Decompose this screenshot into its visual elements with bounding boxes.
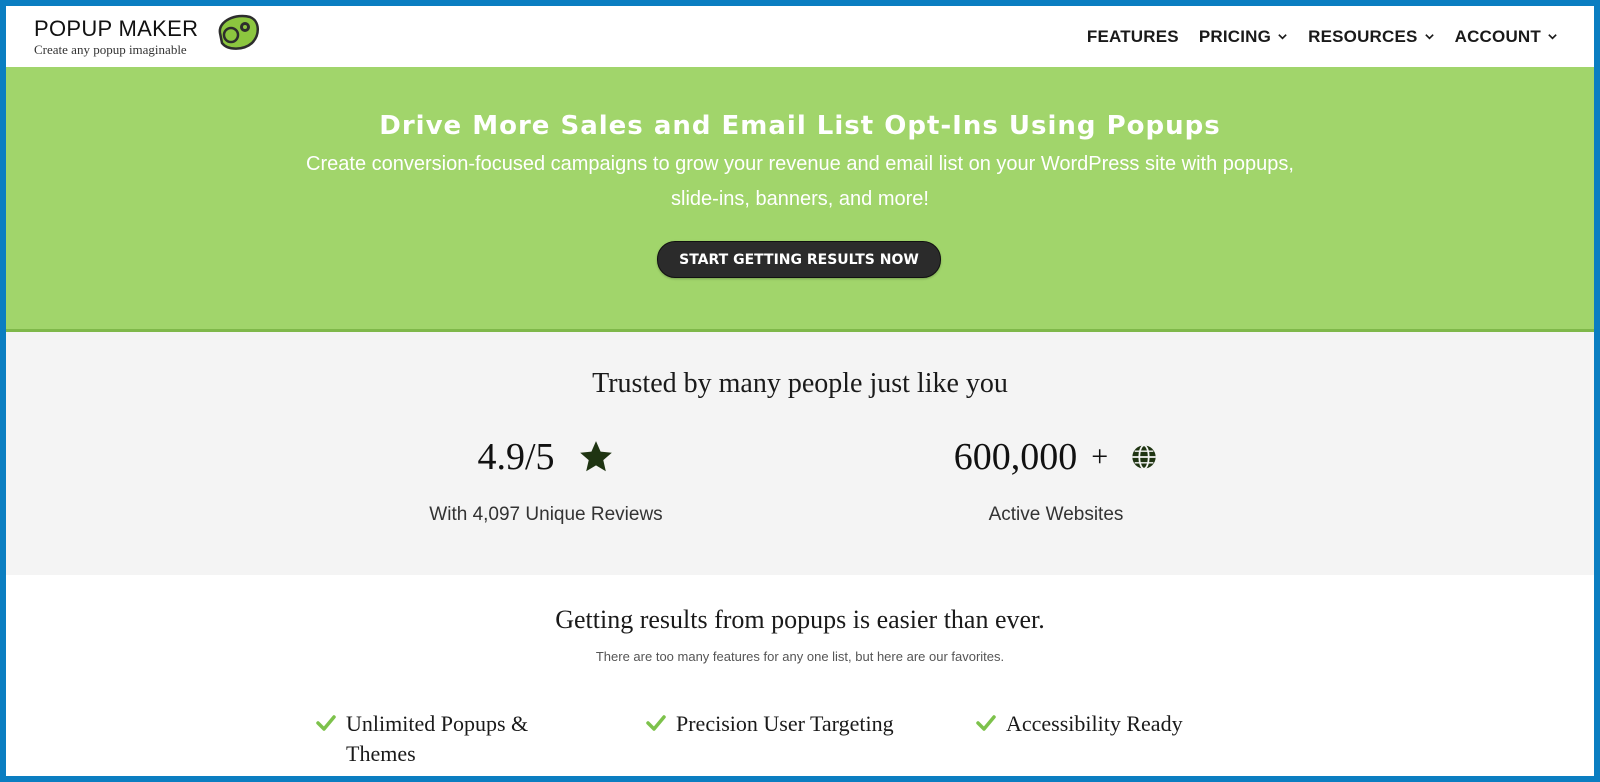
chevron-down-icon (1548, 34, 1557, 40)
popup-maker-logo-icon (218, 14, 259, 50)
check-icon (976, 715, 996, 731)
trust-section: Trusted by many people just like you 4.9… (6, 332, 1594, 575)
site-header: POPUP MAKER Create any popup imaginable … (6, 6, 1594, 67)
feature-item: Unlimited Popups & Themes (316, 709, 646, 769)
feature-label: Accessibility Ready (1006, 711, 1183, 736)
feature-label: Unlimited Popups & Themes (346, 711, 529, 766)
websites-label: Active Websites (988, 504, 1124, 525)
browser-frame: POPUP MAKER Create any popup imaginable … (0, 0, 1600, 782)
trust-title: Trusted by many people just like you (592, 368, 1008, 399)
feature-label: Precision User Targeting (676, 711, 894, 736)
nav-pricing-label: PRICING (1198, 26, 1272, 46)
nav-resources[interactable]: RESOURCES (1308, 27, 1435, 47)
features-title: Getting results from popups is easier th… (555, 605, 1045, 634)
main-nav: FEATURES PRICING RESOURCES ACCOUNT (1087, 6, 1558, 67)
active-websites-stat: 600,000 + Active Websites (876, 432, 1236, 532)
logo-tagline: Create any popup imaginable (34, 42, 187, 57)
nav-pricing[interactable]: PRICING (1199, 27, 1288, 47)
features-subtitle: There are too many features for any one … (595, 649, 1005, 664)
websites-value: 600,000 (953, 436, 1078, 478)
hero-section: Drive More Sales and Email List Opt-Ins … (6, 67, 1594, 332)
globe-icon (1132, 444, 1156, 470)
features-section: Getting results from popups is easier th… (6, 575, 1594, 776)
rating-value: 4.9/5 (477, 436, 555, 478)
nav-account-label: ACCOUNT (1454, 26, 1541, 46)
websites-plus: + (1091, 440, 1109, 473)
nav-features-label: FEATURES (1086, 26, 1179, 46)
start-getting-results-button[interactable]: START GETTING RESULTS NOW (657, 241, 941, 278)
nav-resources-label: RESOURCES (1308, 26, 1418, 46)
chevron-down-icon (1424, 34, 1434, 40)
rating-stat: 4.9/5 With 4,097 Unique Reviews (366, 432, 726, 532)
rating-label: With 4,097 Unique Reviews (429, 504, 663, 525)
check-icon (646, 715, 666, 731)
feature-list: Unlimited Popups & Themes Precision User… (316, 709, 1316, 769)
logo-title: POPUP MAKER (34, 16, 199, 41)
chevron-down-icon (1278, 34, 1287, 40)
nav-account[interactable]: ACCOUNT (1455, 27, 1558, 47)
hero-title: Drive More Sales and Email List Opt-Ins … (379, 111, 1221, 141)
logo[interactable]: POPUP MAKER Create any popup imaginable (34, 12, 274, 62)
star-icon (579, 441, 612, 472)
nav-features[interactable]: FEATURES (1087, 27, 1179, 47)
feature-item: Precision User Targeting (646, 709, 976, 769)
hero-subtitle: Create conversion-focused campaigns to g… (306, 153, 1294, 210)
feature-item: Accessibility Ready (976, 709, 1306, 769)
check-icon (316, 715, 336, 731)
